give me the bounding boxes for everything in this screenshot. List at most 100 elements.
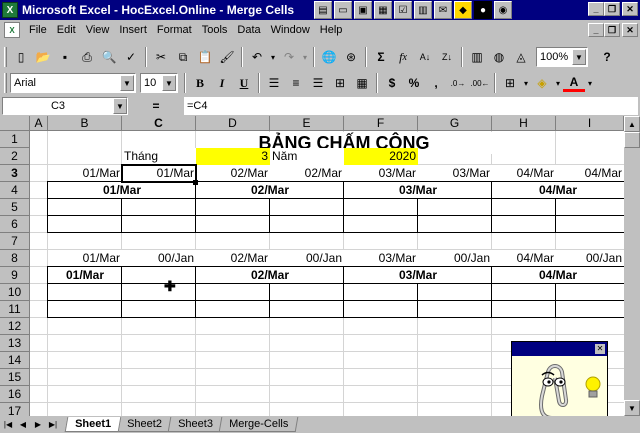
column-header-i[interactable]: I xyxy=(556,116,624,131)
note-icon[interactable]: ◆ xyxy=(454,1,472,19)
hyperlink-icon[interactable]: 🌐 xyxy=(318,46,340,68)
select-all-corner[interactable] xyxy=(0,116,30,131)
toolbar-grip[interactable] xyxy=(4,47,7,67)
percent-button[interactable]: % xyxy=(403,72,425,94)
column-header-f[interactable]: F xyxy=(344,116,418,131)
paste-function-icon[interactable]: fx xyxy=(392,46,414,68)
menu-view[interactable]: View xyxy=(81,24,115,36)
currency-button[interactable]: $ xyxy=(381,72,403,94)
minimize-icon[interactable]: _ xyxy=(588,2,604,16)
toolbar-grip[interactable] xyxy=(4,73,7,93)
font-color-dropdown-icon[interactable]: ▾ xyxy=(585,72,595,94)
redo-dropdown-icon[interactable]: ▾ xyxy=(300,46,310,68)
fill-dropdown-icon[interactable]: ▾ xyxy=(553,72,563,94)
copy-icon[interactable]: ⧉ xyxy=(172,46,194,68)
row-header-7[interactable]: 7 xyxy=(0,233,30,250)
spelling-icon[interactable]: ✓ xyxy=(120,46,142,68)
row-header-4[interactable]: 4 xyxy=(0,182,30,199)
fill-color-icon[interactable]: ◈ xyxy=(531,72,553,94)
checklist-icon[interactable]: ☑ xyxy=(394,1,412,19)
mail-icon[interactable]: ✉ xyxy=(434,1,452,19)
row-header-11[interactable]: 11 xyxy=(0,301,30,318)
print-preview-icon[interactable]: 🔍 xyxy=(98,46,120,68)
scroll-thumb[interactable] xyxy=(624,132,640,148)
column-header-g[interactable]: G xyxy=(418,116,492,131)
merged-d9-e9[interactable]: 02/Mar xyxy=(196,267,344,284)
document-icon[interactable]: ▥ xyxy=(414,1,432,19)
menu-help[interactable]: Help xyxy=(315,24,348,36)
underline-button[interactable]: U xyxy=(233,72,255,94)
bold-button[interactable]: B xyxy=(189,72,211,94)
map-icon[interactable]: ◍ xyxy=(488,46,510,68)
undo-dropdown-icon[interactable]: ▾ xyxy=(268,46,278,68)
menu-tools[interactable]: Tools xyxy=(197,24,233,36)
scroll-down-icon[interactable]: ▼ xyxy=(624,400,640,416)
undo-icon[interactable]: ↶ xyxy=(246,46,268,68)
sort-descending-icon[interactable]: Z↓ xyxy=(436,46,458,68)
workbook-icon[interactable]: X xyxy=(4,22,20,38)
cell-f8[interactable]: 03/Mar xyxy=(344,250,418,267)
menu-format[interactable]: Format xyxy=(152,24,197,36)
close-icon[interactable]: ✕ xyxy=(622,2,638,16)
increase-decimal-icon[interactable]: .0→ xyxy=(447,72,469,94)
column-header-e[interactable]: E xyxy=(270,116,344,131)
row-header-15[interactable]: 15 xyxy=(0,369,30,386)
vertical-scrollbar[interactable]: ▲ ▼ xyxy=(624,116,640,416)
chevron-down-icon[interactable]: ▼ xyxy=(572,49,586,65)
row-header-6[interactable]: 6 xyxy=(0,216,30,233)
paste-icon[interactable]: 📋 xyxy=(194,46,216,68)
cell-b3[interactable]: 01/Mar xyxy=(48,165,122,182)
cell-d2[interactable]: 3 xyxy=(196,148,270,165)
merged-f4-g4[interactable]: 03/Mar xyxy=(344,182,492,199)
merged-h9-i9[interactable]: 04/Mar xyxy=(492,267,624,284)
cell-h3[interactable]: 04/Mar xyxy=(492,165,556,182)
row-header-2[interactable]: 2 xyxy=(0,148,30,165)
row-header-13[interactable]: 13 xyxy=(0,335,30,352)
row-header-17[interactable]: 17 xyxy=(0,403,30,416)
cell-f2[interactable]: 2020 xyxy=(344,148,418,165)
row-header-12[interactable]: 12 xyxy=(0,318,30,335)
close-icon[interactable]: ✕ xyxy=(595,344,605,354)
column-header-h[interactable]: H xyxy=(492,116,556,131)
name-box[interactable]: C3 ▼ xyxy=(2,97,128,115)
menu-window[interactable]: Window xyxy=(266,24,315,36)
disk-icon[interactable]: ◉ xyxy=(494,1,512,19)
zoom-select[interactable]: 100% ▼ xyxy=(536,47,588,67)
chart-wizard-icon[interactable]: ▥ xyxy=(466,46,488,68)
office-assistant[interactable]: ✕ xyxy=(511,341,608,428)
web-toolbar-icon[interactable]: ⊛ xyxy=(340,46,362,68)
cell-f3[interactable]: 03/Mar xyxy=(344,165,418,182)
doc-minimize-icon[interactable]: _ xyxy=(588,23,604,37)
sort-ascending-icon[interactable]: A↓ xyxy=(414,46,436,68)
excel-icon[interactable]: X xyxy=(2,2,18,18)
print-icon[interactable]: ⎙ xyxy=(76,46,98,68)
menu-file[interactable]: File xyxy=(24,24,52,36)
chevron-down-icon[interactable]: ▼ xyxy=(120,75,134,91)
column-header-d[interactable]: D xyxy=(196,116,270,131)
merge-center-icon[interactable]: ⊞ xyxy=(329,72,351,94)
cell-d8[interactable]: 02/Mar xyxy=(196,250,270,267)
merged-d4-e4[interactable]: 02/Mar xyxy=(196,182,344,199)
column-header-c[interactable]: C xyxy=(122,116,196,131)
column-header-a[interactable]: A xyxy=(30,116,48,131)
sheet-tab-4[interactable]: Merge-Cells xyxy=(218,417,299,432)
merged-b4-c4[interactable]: 01/Mar xyxy=(48,182,196,199)
format-painter-icon[interactable]: 🖌 xyxy=(216,46,238,68)
restore-icon[interactable]: ❐ xyxy=(604,2,620,16)
decrease-decimal-icon[interactable]: .00← xyxy=(469,72,491,94)
cut-icon[interactable]: ✂ xyxy=(150,46,172,68)
menu-edit[interactable]: Edit xyxy=(52,24,81,36)
cell-c2[interactable]: Tháng xyxy=(122,148,196,165)
cell-e2[interactable]: Năm xyxy=(270,148,344,165)
italic-button[interactable]: I xyxy=(211,72,233,94)
merged-h4-i4[interactable]: 04/Mar xyxy=(492,182,624,199)
font-size-select[interactable]: 10 ▼ xyxy=(140,73,178,93)
row-header-14[interactable]: 14 xyxy=(0,352,30,369)
save-icon[interactable]: ▪ xyxy=(54,46,76,68)
grid-icon[interactable]: ▦ xyxy=(351,72,373,94)
autosum-icon[interactable]: Σ xyxy=(370,46,392,68)
formula-input[interactable] xyxy=(184,97,638,115)
sheet-tab-2[interactable]: Sheet2 xyxy=(116,417,173,432)
menu-data[interactable]: Data xyxy=(232,24,265,36)
calendar-icon[interactable]: ▦ xyxy=(374,1,392,19)
